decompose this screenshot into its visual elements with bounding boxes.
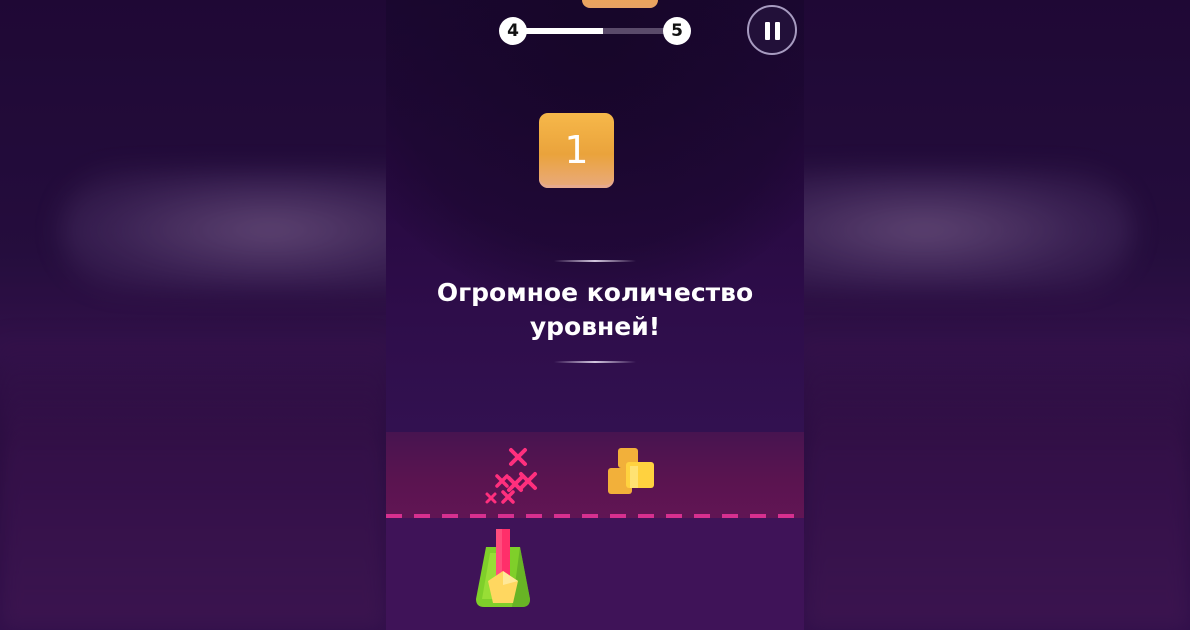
game-viewport[interactable]: 4 5 1 Огромное количество уровней! <box>386 0 804 630</box>
level-progress: 4 5 <box>499 16 691 46</box>
blocks-bonus-icon[interactable] <box>606 446 658 498</box>
promo-message-line-2: уровней! <box>529 312 661 341</box>
ground-area <box>386 518 804 630</box>
number-block: 1 <box>539 113 614 188</box>
blurred-background-right <box>804 0 1190 630</box>
falling-block-partial <box>582 0 658 8</box>
cannon-icon[interactable] <box>472 527 534 609</box>
danger-zone <box>386 432 804 518</box>
promo-message-line-1: Огромное количество <box>436 278 754 307</box>
message-divider-bottom <box>554 361 636 363</box>
danger-line <box>386 514 804 518</box>
screen: 4 5 1 Огромное количество уровней! <box>0 0 1190 630</box>
blurred-background-left <box>0 0 386 630</box>
promo-message: Огромное количество уровней! <box>406 276 784 344</box>
pause-button[interactable] <box>747 5 797 55</box>
message-divider-top <box>554 260 636 262</box>
current-level-badge: 4 <box>499 17 527 45</box>
next-level-badge: 5 <box>663 17 691 45</box>
crosses-bonus-icon[interactable] <box>483 444 543 510</box>
